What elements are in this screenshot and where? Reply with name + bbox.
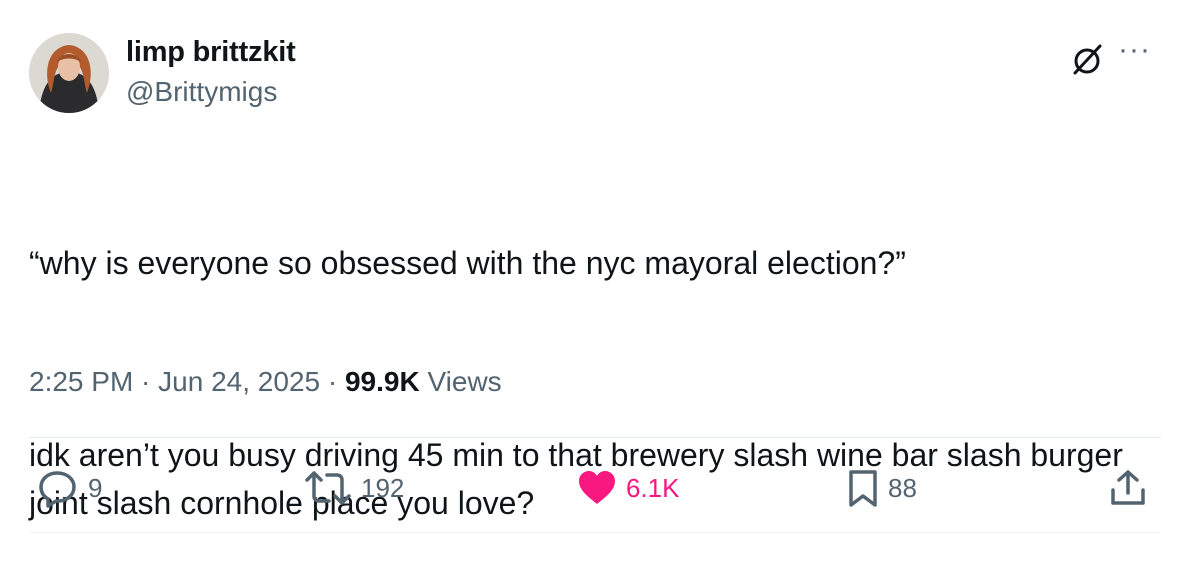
grok-icon[interactable] <box>1068 40 1106 78</box>
repost-button[interactable]: 192 <box>303 468 404 508</box>
views-count: 99.9K <box>344 366 420 397</box>
reply-icon <box>39 471 76 508</box>
reply-button[interactable]: 9 <box>38 468 102 508</box>
like-count: 6.1K <box>626 472 680 503</box>
views-label: Views <box>419 366 502 397</box>
post-date[interactable]: Jun 24, 2025 <box>158 366 320 397</box>
bookmark-icon <box>849 470 877 507</box>
author-handle[interactable]: @Brittymigs <box>126 76 277 108</box>
avatar[interactable] <box>29 33 109 113</box>
bookmark-count: 88 <box>888 472 917 503</box>
post-text: “why is everyone so obsessed with the ny… <box>29 143 1159 575</box>
share-icon <box>1111 470 1145 505</box>
meta-separator: · <box>133 366 159 397</box>
author-name[interactable]: limp brittzkit <box>126 36 296 69</box>
bookmark-button[interactable]: 88 <box>846 468 917 508</box>
heart-icon <box>579 471 615 504</box>
meta-separator: · <box>320 366 345 397</box>
like-button[interactable]: 6.1K <box>576 468 680 508</box>
reply-count: 9 <box>88 472 103 503</box>
post-paragraph: “why is everyone so obsessed with the ny… <box>29 245 906 281</box>
post-meta: 2:25 PM · Jun 24, 2025 · 99.9K Views <box>29 366 502 398</box>
divider <box>29 437 1161 438</box>
repost-count: 192 <box>361 472 405 503</box>
share-button[interactable] <box>1108 468 1148 508</box>
avatar-image <box>29 33 109 113</box>
repost-icon <box>305 471 351 505</box>
more-icon[interactable]: ··· <box>1118 35 1151 65</box>
post-time[interactable]: 2:25 PM <box>29 366 133 397</box>
divider <box>29 532 1161 533</box>
